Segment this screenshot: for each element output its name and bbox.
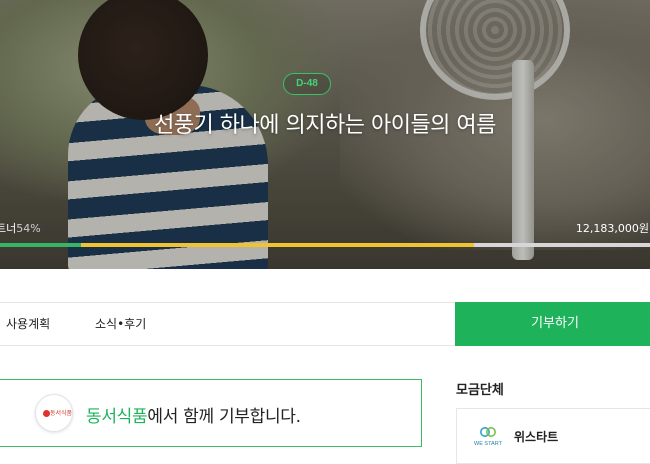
we-start-logo-icon — [480, 427, 496, 437]
progress-bar-green-segment — [0, 243, 81, 247]
sponsor-logo-text: 동서식품 — [50, 410, 73, 417]
organization-logo: WE START — [471, 425, 505, 453]
sponsor-message-suffix: 에서 함께 기부합니다. — [147, 407, 301, 427]
tab-news-reviews[interactable]: 소식•후기 — [95, 303, 146, 345]
sponsor-logo-mark-icon — [43, 410, 50, 417]
sponsor-banner: 동서식품 동서식품에서 함께 기부합니다. — [0, 379, 422, 447]
campaign-hero: D-48 선풍기 하나에 의지하는 아이들의 여름 트너54% 12,183,0… — [0, 0, 650, 269]
campaign-title: 선풍기 하나에 의지하는 아이들의 여름 — [154, 113, 496, 138]
progress-percent: 54% — [16, 222, 41, 235]
raised-amount: 12,183,000원 , — [575, 222, 650, 235]
sponsor-message: 동서식품에서 함께 기부합니다. — [86, 402, 301, 427]
sponsor-logo: 동서식품 — [35, 394, 73, 432]
sponsor-brand-name: 동서식품 — [86, 407, 148, 427]
organization-card[interactable]: WE START 위스타트 — [456, 408, 650, 464]
organization-name: 위스타트 — [514, 430, 559, 444]
progress-bar-yellow-segment — [80, 243, 475, 247]
dday-badge: D-48 — [283, 73, 331, 95]
donate-button[interactable]: 기부하기 — [455, 302, 650, 346]
organization-heading: 모금단체 — [456, 383, 504, 398]
progress-percent-label: 트너54% — [0, 220, 41, 236]
tab-usage-plan[interactable]: 사용계획 — [6, 303, 50, 345]
organization-logo-caption: WE START — [474, 441, 502, 447]
progress-label-prefix: 트너 — [0, 222, 17, 235]
progress-bar — [0, 243, 650, 247]
